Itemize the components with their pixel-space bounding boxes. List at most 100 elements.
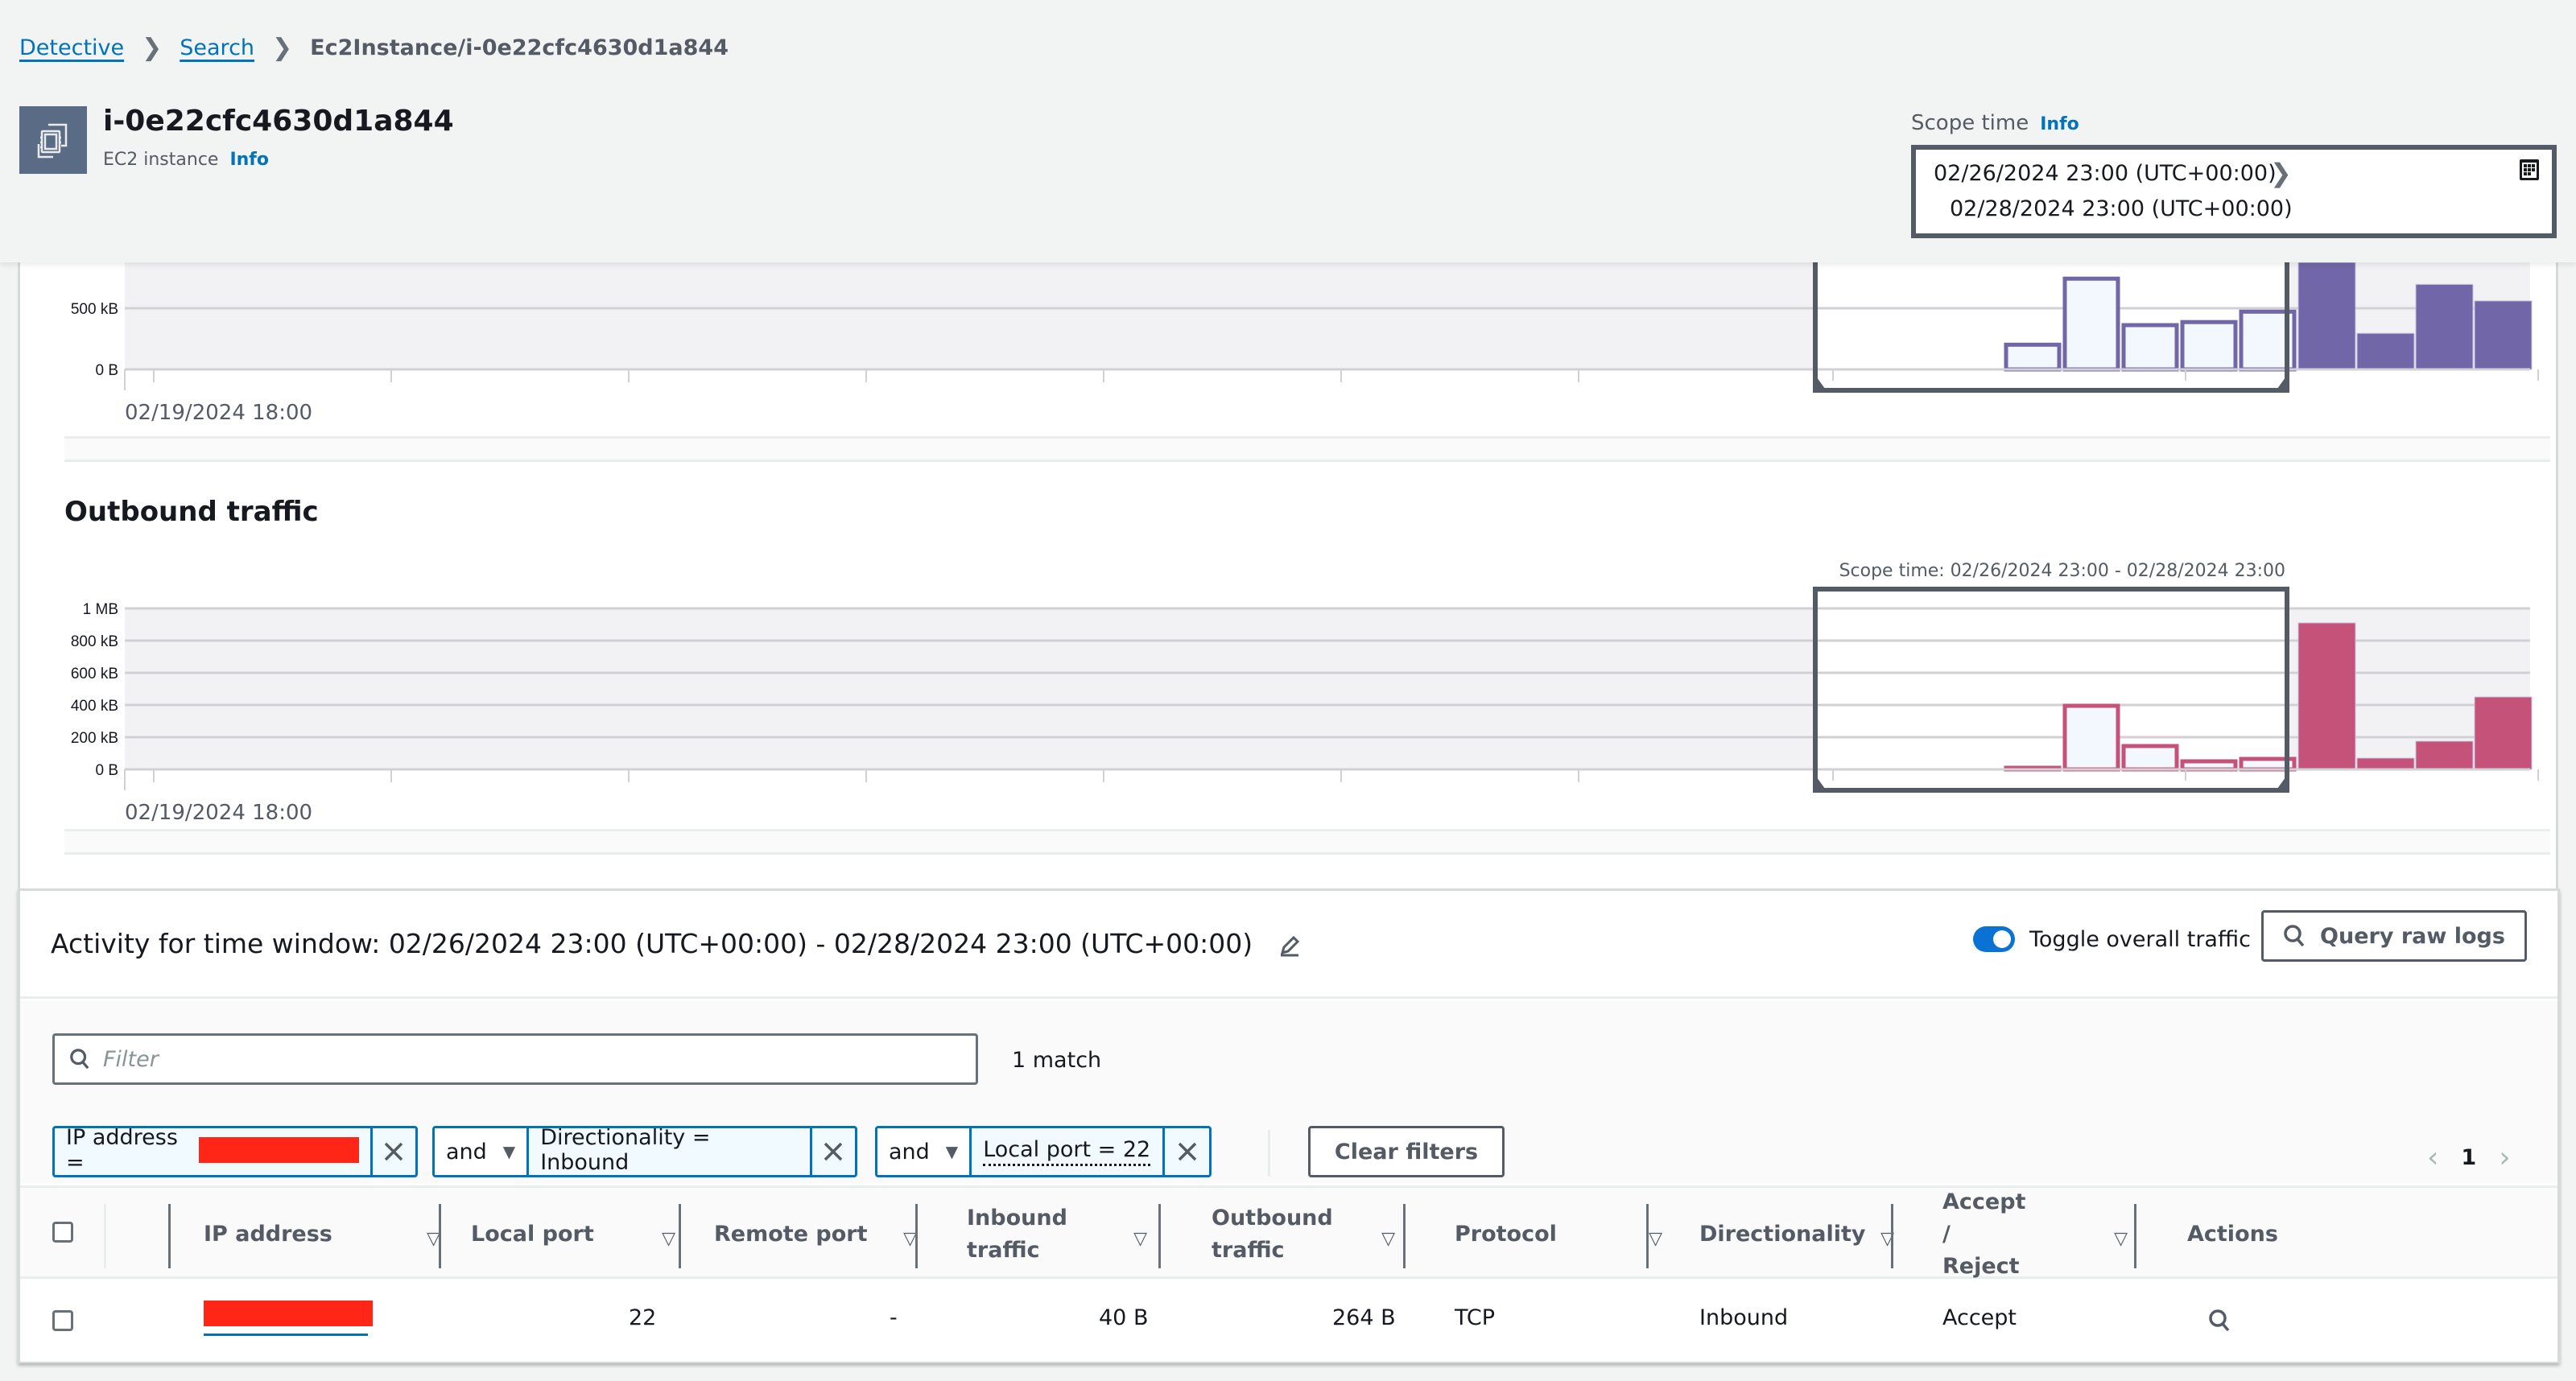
column-divider	[915, 1204, 918, 1268]
remove-filter-button[interactable]	[1162, 1128, 1209, 1175]
sort-icon[interactable]: ▽	[662, 1223, 675, 1255]
cell-remote-port: -	[890, 1305, 898, 1330]
filter-token-local-port: and ▼ Local port = 22	[875, 1126, 1212, 1177]
ip-address-link[interactable]	[204, 1301, 373, 1336]
column-divider	[104, 1204, 106, 1268]
operator-label: and	[889, 1139, 930, 1165]
bar-in-scope	[2121, 323, 2179, 372]
column-header-ip-address[interactable]: IP address ▽	[204, 1188, 461, 1281]
bar	[2474, 300, 2533, 370]
close-icon	[385, 1142, 403, 1161]
match-count: 1 match	[1012, 1048, 1102, 1073]
column-header-inbound-traffic[interactable]: Inbound traffic ▽	[967, 1188, 1168, 1281]
column-divider	[1891, 1204, 1893, 1268]
search-icon	[70, 1049, 89, 1070]
page-number[interactable]: 1	[2461, 1145, 2476, 1170]
column-label: Accept / Reject	[1942, 1189, 2026, 1279]
search-icon[interactable]	[2208, 1309, 2231, 1333]
edit-icon[interactable]	[1278, 934, 1302, 958]
filter-token-text: Directionality = Inbound	[540, 1128, 798, 1175]
breadcrumb-detective[interactable]: Detective	[19, 35, 124, 60]
page-header: Detective ❯ Search ❯ Ec2Instance/i-0e22c…	[0, 0, 2576, 262]
column-divider	[679, 1204, 681, 1268]
redacted-ip	[204, 1301, 373, 1326]
calendar-icon[interactable]	[2518, 158, 2541, 182]
y-tick-label: 600 kB	[71, 666, 118, 682]
page: 500 kB 0 B 02/19/2024 18:00 Outbound traff…	[0, 0, 2576, 1381]
column-divider	[1646, 1204, 1649, 1268]
entity-title: i-0e22cfc4630d1a844	[103, 105, 454, 138]
filter-token-ip-address: IP address =	[52, 1126, 418, 1177]
activity-title: Activity for time window: 02/26/2024 23:…	[51, 928, 1302, 959]
pagination: ‹ 1 ›	[2427, 1141, 2511, 1174]
column-label: Actions	[2187, 1222, 2278, 1247]
filter-token-label[interactable]: Directionality = Inbound	[529, 1128, 809, 1175]
scope-time-text: Scope time	[1911, 111, 2029, 135]
y-tick-label: 800 kB	[71, 633, 118, 650]
filter-input[interactable]	[103, 1046, 948, 1072]
column-label: Directionality	[1699, 1222, 1866, 1247]
scope-window-fill	[1818, 589, 2285, 785]
link-underline	[204, 1334, 368, 1336]
operator-label: and	[446, 1139, 487, 1165]
outbound-traffic-title: Outbound traffic	[64, 496, 319, 528]
entity-subtitle: EC2 instance Info	[103, 150, 269, 170]
sort-icon[interactable]: ▽	[2114, 1223, 2128, 1255]
caret-down-icon: ▼	[945, 1142, 959, 1161]
breadcrumb: Detective ❯ Search ❯ Ec2Instance/i-0e22c…	[19, 34, 729, 62]
arrow-right-icon: ❯	[2270, 158, 2292, 188]
clear-filters-button[interactable]: Clear filters	[1308, 1126, 1505, 1177]
filter-token-label[interactable]: Local port = 22	[972, 1128, 1162, 1175]
redacted-ip	[199, 1136, 359, 1163]
scope-time-annotation: Scope time: 02/26/2024 23:00 - 02/28/202…	[1839, 561, 2285, 581]
bar	[2297, 622, 2356, 770]
toggle-switch[interactable]	[1973, 926, 2015, 952]
scope-time-info-link[interactable]: Info	[2040, 114, 2079, 134]
column-divider	[2134, 1204, 2136, 1268]
sort-icon[interactable]: ▽	[1133, 1223, 1147, 1255]
breadcrumb-search[interactable]: Search	[180, 35, 254, 60]
column-header-protocol[interactable]: Protocol ▽	[1455, 1188, 1683, 1281]
activity-panel: Activity for time window: 02/26/2024 23:…	[18, 888, 2560, 1363]
select-all-checkbox[interactable]	[52, 1222, 73, 1243]
caret-down-icon: ▼	[502, 1142, 516, 1161]
sort-icon[interactable]: ▽	[1649, 1223, 1662, 1255]
toggle-label: Toggle overall traffic	[2029, 926, 2251, 952]
column-header-directionality[interactable]: Directionality ▽	[1699, 1188, 1915, 1281]
entity-info-link[interactable]: Info	[229, 150, 269, 170]
previous-page-icon[interactable]: ‹	[2427, 1141, 2438, 1174]
column-header-remote-port[interactable]: Remote port ▽	[714, 1188, 938, 1281]
column-divider	[1158, 1204, 1161, 1268]
table-row: 22 - 40 B 264 B TCP Inbound Accept	[20, 1281, 2557, 1362]
next-page-icon[interactable]: ›	[2499, 1141, 2510, 1174]
activity-title-text: Activity for time window: 02/26/2024 23:…	[51, 928, 1253, 959]
filter-token-text: Local port = 22	[983, 1137, 1151, 1166]
scope-time-label: Scope time Info	[1911, 111, 2079, 135]
column-label: Protocol	[1455, 1222, 1557, 1247]
bar	[2415, 740, 2474, 770]
cell-inbound-traffic: 40 B	[1099, 1305, 1149, 1330]
column-label: Inbound traffic	[967, 1206, 1067, 1263]
bar-in-scope	[2062, 276, 2120, 372]
cell-directionality: Inbound	[1699, 1305, 1789, 1330]
filter-token-label[interactable]: IP address =	[55, 1128, 370, 1175]
column-header-local-port[interactable]: Local port ▽	[471, 1188, 696, 1281]
operator-dropdown[interactable]: and ▼	[435, 1128, 530, 1175]
filter-token-text: IP address =	[66, 1126, 178, 1175]
scope-time-picker[interactable]: 02/26/2024 23:00 (UTC+00:00) ❯ 02/28/202…	[1911, 145, 2557, 238]
column-label: Local port	[471, 1222, 594, 1247]
sort-icon[interactable]: ▽	[1381, 1223, 1395, 1255]
remove-filter-button[interactable]	[809, 1128, 855, 1175]
operator-dropdown[interactable]: and ▼	[877, 1128, 972, 1175]
toggle-overall-traffic[interactable]: Toggle overall traffic	[1973, 926, 2251, 952]
column-header-accept-reject[interactable]: Accept / Reject ▽	[1942, 1188, 2149, 1281]
column-header-outbound-traffic[interactable]: Outbound traffic ▽	[1212, 1188, 1416, 1281]
bar-in-scope	[2062, 703, 2120, 772]
toggle-knob	[1993, 930, 2011, 948]
filter-input-wrapper[interactable]	[52, 1033, 978, 1085]
query-raw-logs-button[interactable]: Query raw logs	[2261, 910, 2527, 962]
remove-filter-button[interactable]	[369, 1128, 415, 1175]
breadcrumb-current: Ec2Instance/i-0e22cfc4630d1a844	[310, 35, 729, 60]
row-checkbox[interactable]	[52, 1310, 73, 1331]
chart-footer-band	[64, 436, 2550, 462]
